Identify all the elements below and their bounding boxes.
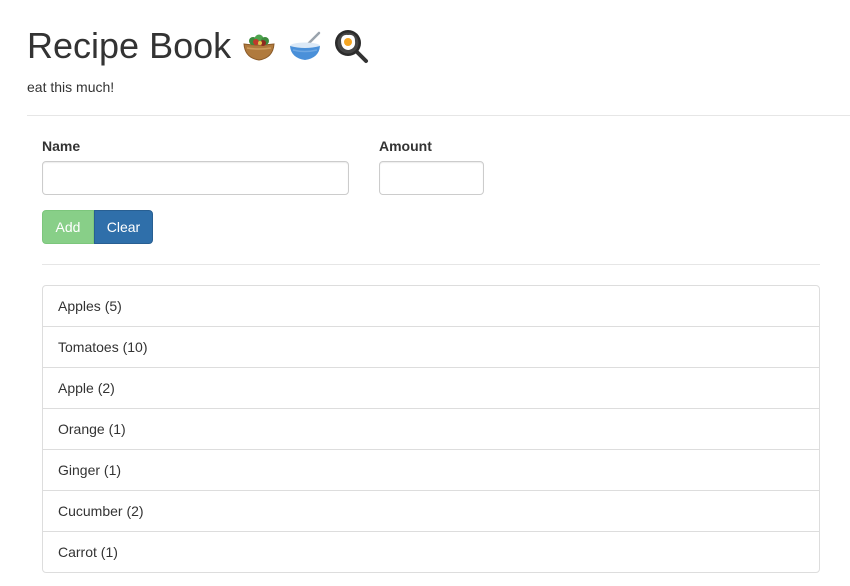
form-divider: [42, 264, 820, 265]
list-item[interactable]: Apple (2): [43, 367, 819, 408]
page-title: Recipe Book: [27, 24, 369, 68]
recipe-book-page: Recipe Book eat this much! Name Amount A…: [0, 0, 850, 586]
page-title-text: Recipe Book: [27, 25, 232, 66]
salad-bowl-icon: [241, 28, 277, 64]
list-item[interactable]: Cucumber (2): [43, 490, 819, 531]
list-item[interactable]: Apples (5): [43, 286, 819, 326]
bowl-with-spoon-icon: [287, 28, 323, 64]
frying-pan-egg-icon: [333, 28, 369, 64]
amount-input[interactable]: [379, 161, 484, 195]
header-divider: [27, 115, 850, 116]
name-input[interactable]: [42, 161, 349, 195]
add-button[interactable]: Add: [42, 210, 94, 244]
list-item[interactable]: Carrot (1): [43, 531, 819, 572]
page-subtitle: eat this much!: [27, 79, 115, 95]
list-item[interactable]: Tomatoes (10): [43, 326, 819, 367]
ingredient-list: Apples (5) Tomatoes (10) Apple (2) Orang…: [42, 285, 820, 573]
amount-label: Amount: [379, 138, 432, 154]
list-item[interactable]: Ginger (1): [43, 449, 819, 490]
name-label: Name: [42, 138, 81, 154]
clear-button[interactable]: Clear: [94, 210, 153, 244]
list-item[interactable]: Orange (1): [43, 408, 819, 449]
